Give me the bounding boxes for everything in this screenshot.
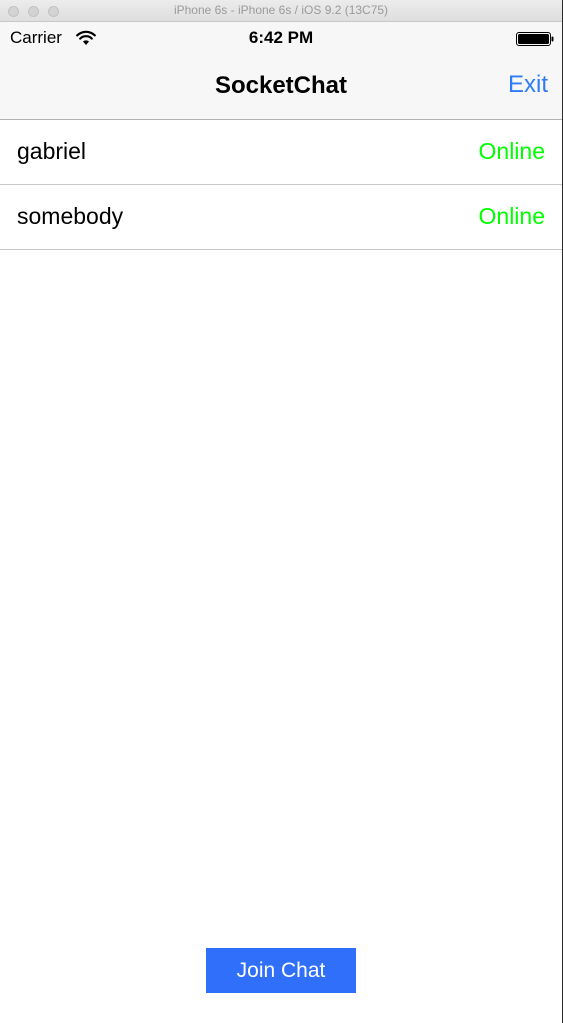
user-name: gabriel (17, 138, 87, 164)
status-bar: Carrier 6:42 PM (0, 22, 562, 54)
simulator-title-bar: iPhone 6s - iPhone 6s / iOS 9.2 (13C75) (0, 0, 562, 22)
user-row[interactable]: somebody Online (0, 185, 562, 250)
user-list: gabriel Online somebody Online (0, 120, 562, 250)
simulator-title: iPhone 6s - iPhone 6s / iOS 9.2 (13C75) (173, 3, 389, 17)
status-clock: 6:42 PM (248, 28, 314, 47)
join-chat-button[interactable]: Join Chat (206, 948, 356, 993)
user-status: Online (478, 138, 545, 164)
user-status: Online (478, 203, 545, 229)
simulator-window: iPhone 6s - iPhone 6s / iOS 9.2 (13C75) … (0, 0, 563, 1023)
user-row[interactable]: gabriel Online (0, 120, 562, 185)
exit-button[interactable]: Exit (508, 71, 548, 99)
battery-full-icon (516, 32, 554, 46)
user-name: somebody (17, 203, 124, 229)
page-title: SocketChat (214, 72, 348, 99)
navigation-bar: SocketChat Exit (0, 54, 562, 120)
